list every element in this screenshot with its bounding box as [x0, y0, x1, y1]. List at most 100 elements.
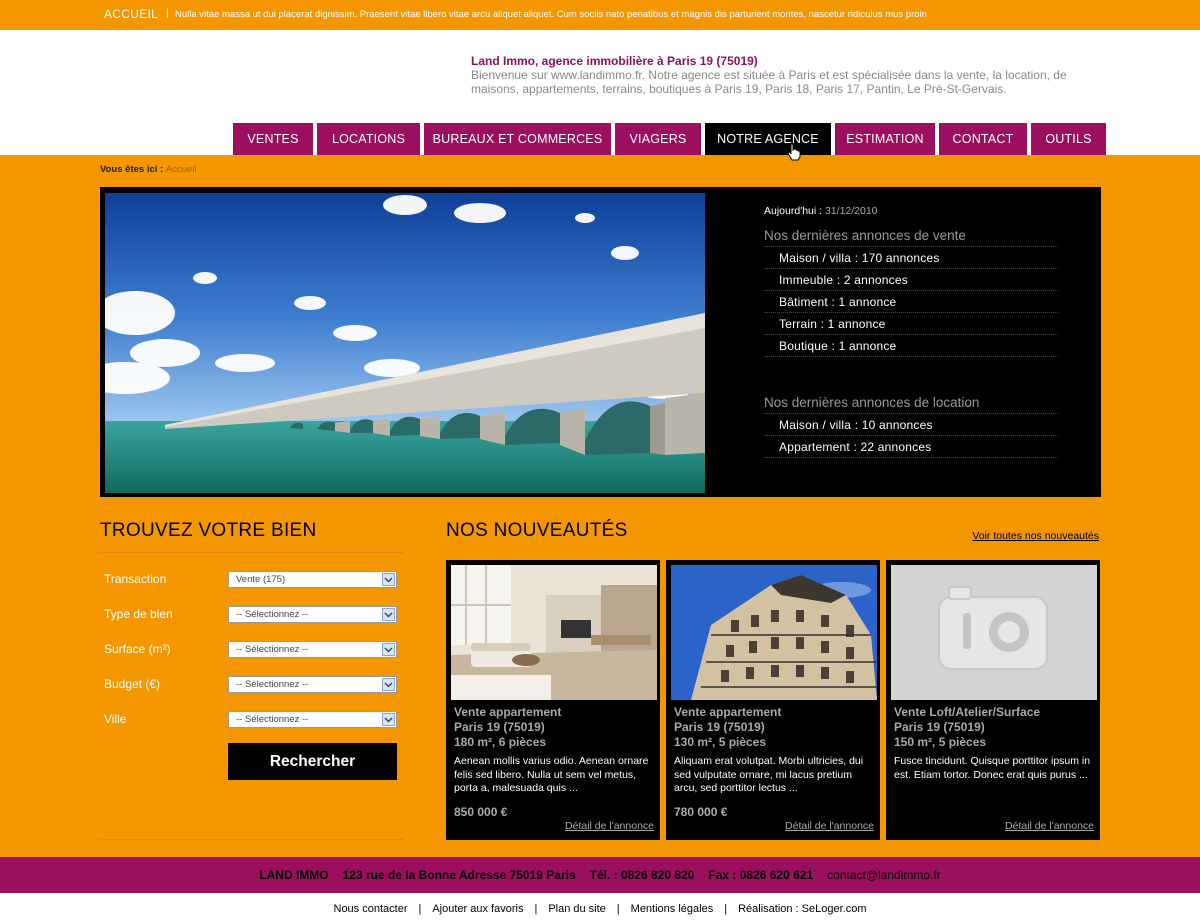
news-section: NOS NOUVEAUTÉS Voir toutes nos nouveauté…	[446, 520, 1101, 840]
search-button[interactable]: Rechercher	[228, 743, 397, 780]
card-detail-link[interactable]: Détail de l'annonce	[1005, 820, 1094, 832]
camera-placeholder-icon[interactable]	[891, 565, 1097, 700]
card-description: Fusce tincidunt. Quisque porttitor ipsum…	[894, 755, 1091, 781]
sale-listing-item[interactable]: Maison / villa : 170 annonces	[764, 247, 1058, 269]
field-surface: Surface (m²) -- Sélectionnez --	[100, 640, 403, 660]
hero-bridge-photo	[105, 193, 705, 493]
card-city: Paris 19 (75019)	[674, 720, 765, 734]
card-detail-link[interactable]: Détail de l'annonce	[785, 820, 874, 832]
select-value: -- Sélectionnez --	[236, 679, 309, 690]
transaction-select[interactable]: Vente (175)	[228, 571, 397, 588]
property-card[interactable]: Vente appartement Paris 19 (75019) 130 m…	[666, 560, 880, 840]
topbar-separator: |	[166, 8, 169, 19]
home-link[interactable]: ACCUEIL	[104, 7, 158, 21]
card-type: Vente appartement	[674, 705, 782, 719]
hand-cursor-icon	[787, 143, 801, 161]
topbar-tagline: Nulla vitae massa ut dui placerat dignis…	[175, 9, 927, 20]
nav-item-ventes[interactable]: VENTES	[233, 123, 313, 155]
legal-link[interactable]: Mentions légales	[631, 903, 714, 915]
link-separator: |	[616, 902, 620, 915]
nav-item-contact[interactable]: CONTACT	[939, 123, 1027, 155]
field-label: Type de bien	[104, 607, 173, 621]
building-photo[interactable]	[671, 565, 877, 700]
chevron-down-icon[interactable]	[382, 573, 395, 586]
top-bar: ACCUEIL | Nulla vitae massa ut dui place…	[0, 0, 1200, 30]
rent-listings-panel: Nos dernières annonces de location Maiso…	[764, 392, 1058, 458]
field-transaction: Transaction Vente (175)	[100, 570, 403, 590]
field-label: Budget (€)	[104, 677, 161, 691]
select-value: Vente (175)	[236, 574, 286, 585]
link-separator: |	[724, 902, 728, 915]
link-separator: |	[418, 902, 422, 915]
nav-item-notre-agence[interactable]: NOTRE AGENCE	[705, 123, 831, 155]
nav-item-locations[interactable]: LOCATIONS	[317, 123, 420, 155]
type-de-bien-select[interactable]: -- Sélectionnez --	[228, 606, 397, 623]
property-card[interactable]: Vente Loft/Atelier/Surface Paris 19 (750…	[886, 560, 1100, 840]
nav-item-outils[interactable]: OUTILS	[1031, 123, 1106, 155]
field-ville: Ville -- Sélectionnez --	[100, 710, 403, 730]
budget-select[interactable]: -- Sélectionnez --	[228, 676, 397, 693]
agency-title: Land Immo, agence immobilière à Paris 19…	[471, 54, 758, 68]
select-value: -- Sélectionnez --	[236, 609, 309, 620]
sale-listing-item[interactable]: Immeuble : 2 annonces	[764, 269, 1058, 291]
sale-listing-item[interactable]: Bâtiment : 1 annonce	[764, 291, 1058, 313]
card-description: Aenean mollis varius odio. Aenean ornare…	[454, 755, 649, 794]
card-type: Vente appartement	[454, 705, 562, 719]
nav-item-bureaux-commerces[interactable]: BUREAUX ET COMMERCES	[424, 123, 611, 155]
property-card[interactable]: Vente appartement Paris 19 (75019) 180 m…	[446, 560, 660, 840]
card-description: Aliquam erat volutpat. Morbi ultricies, …	[674, 755, 864, 794]
card-specs: 180 m², 6 pièces	[454, 735, 547, 749]
sale-listings-panel: Nos dernières annonces de vente Maison /…	[764, 225, 1058, 357]
today-label: Aujourd'hui :	[764, 205, 825, 217]
ville-select[interactable]: -- Sélectionnez --	[228, 711, 397, 728]
chevron-down-icon[interactable]	[382, 678, 395, 691]
card-price: 780 000 €	[674, 805, 728, 819]
card-city: Paris 19 (75019)	[454, 720, 545, 734]
credits-link[interactable]: Réalisation : SeLoger.com	[738, 903, 866, 915]
card-price: 850 000 €	[454, 805, 508, 819]
sale-listing-item[interactable]: Terrain : 1 annonce	[764, 313, 1058, 335]
footer-email-link[interactable]: contact@landimmo.fr	[827, 868, 941, 882]
agency-description: Bienvenue sur www.landimmo.fr. Notre age…	[471, 68, 1067, 96]
nav-item-viagers[interactable]: VIAGERS	[615, 123, 701, 155]
footer-phone: Tél. : 0826 820 820	[589, 868, 695, 882]
search-title: TROUVEZ VOTRE BIEN	[100, 520, 403, 553]
footer-contact-info: LAND IMMO 123 rue de la Bonne Adresse 75…	[0, 857, 1200, 893]
footer-company-name: LAND IMMO	[259, 868, 329, 882]
chevron-down-icon[interactable]	[382, 643, 395, 656]
divider	[100, 839, 403, 840]
field-type-de-bien: Type de bien -- Sélectionnez --	[100, 605, 403, 625]
breadcrumb-current[interactable]: Accueil	[166, 164, 197, 175]
hero-panel: Aujourd'hui : 31/12/2010 Nos dernières a…	[100, 187, 1101, 497]
chevron-down-icon[interactable]	[382, 608, 395, 621]
chevron-down-icon[interactable]	[382, 713, 395, 726]
today-date: Aujourd'hui : 31/12/2010	[764, 205, 878, 217]
select-value: -- Sélectionnez --	[236, 714, 309, 725]
add-favorites-link[interactable]: Ajouter aux favoris	[432, 903, 523, 915]
bottom-links: Nous contacter | Ajouter aux favoris | P…	[0, 893, 1200, 924]
breadcrumb-separator: :	[157, 164, 166, 175]
footer-address: 123 rue de la Bonne Adresse 75019 Paris	[342, 868, 576, 882]
card-detail-link[interactable]: Détail de l'annonce	[565, 820, 654, 832]
sitemap-link[interactable]: Plan du site	[548, 903, 605, 915]
today-value: 31/12/2010	[824, 205, 878, 217]
rent-listing-item[interactable]: Appartement : 22 annonces	[764, 436, 1058, 458]
card-city: Paris 19 (75019)	[894, 720, 985, 734]
main-nav: VENTES LOCATIONS BUREAUX ET COMMERCES VI…	[233, 123, 1106, 155]
select-value: -- Sélectionnez --	[236, 644, 309, 655]
card-specs: 150 m², 5 pièces	[894, 735, 987, 749]
surface-select[interactable]: -- Sélectionnez --	[228, 641, 397, 658]
card-specs: 130 m², 5 pièces	[674, 735, 767, 749]
search-form: TROUVEZ VOTRE BIEN Transaction Vente (17…	[100, 520, 403, 840]
view-all-news-link[interactable]: Voir toutes nos nouveautés	[972, 530, 1099, 542]
field-label: Transaction	[104, 572, 167, 586]
field-label: Ville	[104, 712, 127, 726]
rent-listing-item[interactable]: Maison / villa : 10 annonces	[764, 414, 1058, 436]
footer-fax: Fax : 0826 620 621	[708, 868, 814, 882]
rent-listings-title: Nos dernières annonces de location	[764, 392, 1058, 414]
living-room-photo[interactable]	[451, 565, 657, 700]
contact-link[interactable]: Nous contacter	[334, 903, 408, 915]
sale-listings-title: Nos dernières annonces de vente	[764, 225, 1058, 247]
sale-listing-item[interactable]: Boutique : 1 annonce	[764, 335, 1058, 357]
nav-item-estimation[interactable]: ESTIMATION	[835, 123, 935, 155]
